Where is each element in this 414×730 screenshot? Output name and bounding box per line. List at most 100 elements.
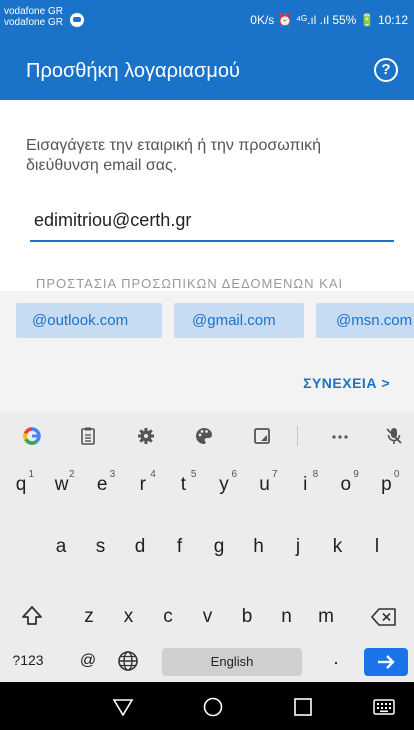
backspace-key[interactable] <box>370 606 398 634</box>
key-label: q <box>15 474 27 495</box>
key-e[interactable]: e3 <box>89 469 115 500</box>
space-key[interactable]: English <box>162 648 302 676</box>
toolbar-divider <box>297 426 298 446</box>
back-icon[interactable] <box>112 696 134 718</box>
carrier-label-2: vodafone GR <box>4 17 63 28</box>
page-title: Προσθήκη λογαριασμού <box>26 60 240 82</box>
enter-key[interactable] <box>364 648 408 676</box>
more-icon[interactable] <box>330 426 350 446</box>
key-c[interactable]: c <box>155 602 181 632</box>
key-label: w <box>54 474 69 495</box>
key-y[interactable]: y6 <box>211 469 237 500</box>
key-label: h <box>253 536 264 557</box>
instruction-text: Εισαγάγετε την εταιρική ή την προσωπική … <box>26 137 322 174</box>
key-x[interactable]: x <box>116 602 142 632</box>
key-v[interactable]: v <box>195 602 221 632</box>
message-notification-icon <box>70 13 84 27</box>
key-hint-number: 2 <box>69 469 75 480</box>
recents-icon[interactable] <box>292 696 314 718</box>
key-label: a <box>55 536 67 557</box>
key-f[interactable]: f <box>167 532 193 562</box>
settings-icon[interactable] <box>136 426 156 446</box>
mic-off-icon[interactable] <box>384 426 404 446</box>
key-g[interactable]: g <box>206 532 232 562</box>
help-icon[interactable]: ? <box>374 58 398 82</box>
key-z[interactable]: z <box>76 602 102 632</box>
key-label: v <box>202 606 213 627</box>
key-b[interactable]: b <box>234 602 260 632</box>
carrier-info: vodafone GR vodafone GR <box>4 6 63 28</box>
key-hint-number: 4 <box>150 469 156 480</box>
clipboard-icon[interactable] <box>78 426 98 446</box>
key-u[interactable]: u7 <box>252 469 277 500</box>
key-a[interactable]: a <box>48 532 74 562</box>
privacy-link[interactable]: ΠΡΟΣΤΑΣΙΑ ΠΡΟΣΩΠΙΚΩΝ ΔΕΔΟΜΕΝΩΝ ΚΑΙ <box>36 276 343 291</box>
key-i[interactable]: i8 <box>292 469 318 500</box>
key-h[interactable]: h <box>246 532 272 562</box>
action-row: ΣΥΝΕΧΕΙΑ > <box>0 355 414 412</box>
key-p[interactable]: p0 <box>373 469 399 500</box>
key-label: y <box>219 474 229 495</box>
key-d[interactable]: d <box>127 532 153 562</box>
key-label: x <box>123 606 134 627</box>
key-label: j <box>295 536 301 557</box>
key-n[interactable]: n <box>274 602 300 632</box>
key-hint-number: 9 <box>353 469 359 480</box>
key-label: t <box>180 474 187 495</box>
home-icon[interactable] <box>202 696 224 718</box>
key-l[interactable]: l <box>364 532 390 562</box>
key-hint-number: 6 <box>231 469 237 480</box>
carrier-label-1: vodafone GR <box>4 6 63 17</box>
keyboard-toggle-icon[interactable] <box>372 696 396 718</box>
key-w[interactable]: w2 <box>49 469 75 500</box>
globe-icon[interactable] <box>116 650 140 678</box>
next-button[interactable]: ΣΥΝΕΧΕΙΑ > <box>303 375 390 391</box>
key-m[interactable]: m <box>313 602 339 632</box>
key-label: i <box>303 474 308 495</box>
email-field[interactable] <box>30 200 394 242</box>
key-q[interactable]: q1 <box>8 469 34 500</box>
domain-chip-outlook[interactable]: @outlook.com <box>16 303 162 338</box>
domain-chip-msn[interactable]: @msn.com <box>316 303 414 338</box>
key-j[interactable]: j <box>285 532 311 562</box>
palette-icon[interactable] <box>194 426 214 446</box>
resize-icon[interactable] <box>252 426 272 446</box>
key-hint-number: 1 <box>28 469 34 480</box>
key-k[interactable]: k <box>325 532 351 562</box>
key-label: k <box>332 536 343 557</box>
key-label: m <box>318 606 334 627</box>
shift-key[interactable] <box>18 604 46 634</box>
key-label: g <box>213 536 225 557</box>
key-label: l <box>374 536 380 557</box>
key-label: f <box>176 536 183 557</box>
at-key[interactable]: @ <box>76 652 100 670</box>
key-s[interactable]: s <box>88 532 114 562</box>
key-label: e <box>96 474 108 495</box>
status-bar: vodafone GR vodafone GR 0K/s ⏰ ⁴ᴳ.ıl .ıl… <box>0 0 414 44</box>
key-r[interactable]: r4 <box>130 469 156 500</box>
key-t[interactable]: t5 <box>170 469 197 500</box>
keyboard-toolbar <box>0 412 414 460</box>
google-icon[interactable] <box>22 426 42 446</box>
key-label: u <box>259 474 270 495</box>
key-o[interactable]: o9 <box>333 469 359 500</box>
domain-chip-gmail[interactable]: @gmail.com <box>174 303 304 338</box>
key-label: p <box>381 474 392 495</box>
app-bar: Προσθήκη λογαριασμού ? <box>0 44 414 100</box>
key-hint-number: 7 <box>272 469 278 480</box>
key-label: n <box>281 606 292 627</box>
key-label: r <box>139 474 146 495</box>
status-indicators: 0K/s ⏰ ⁴ᴳ.ıl .ıl 55% 🔋 10:12 <box>250 13 408 27</box>
key-label: o <box>340 474 352 495</box>
navigation-bar <box>0 682 414 730</box>
key-hint-number: 3 <box>109 469 116 480</box>
period-key[interactable]: . <box>326 648 346 670</box>
key-hint-number: 8 <box>312 469 319 480</box>
key-hint-number: 5 <box>190 469 197 480</box>
key-label: s <box>95 536 106 557</box>
key-label: d <box>134 536 146 557</box>
key-label: b <box>241 606 253 627</box>
soft-keyboard: q1w2e3r4t5y6u7i8o9p0asdfghjklzxcvbnm ?12… <box>0 412 414 682</box>
key-hint-number: 0 <box>393 469 400 480</box>
symbols-key[interactable]: ?123 <box>8 652 48 668</box>
